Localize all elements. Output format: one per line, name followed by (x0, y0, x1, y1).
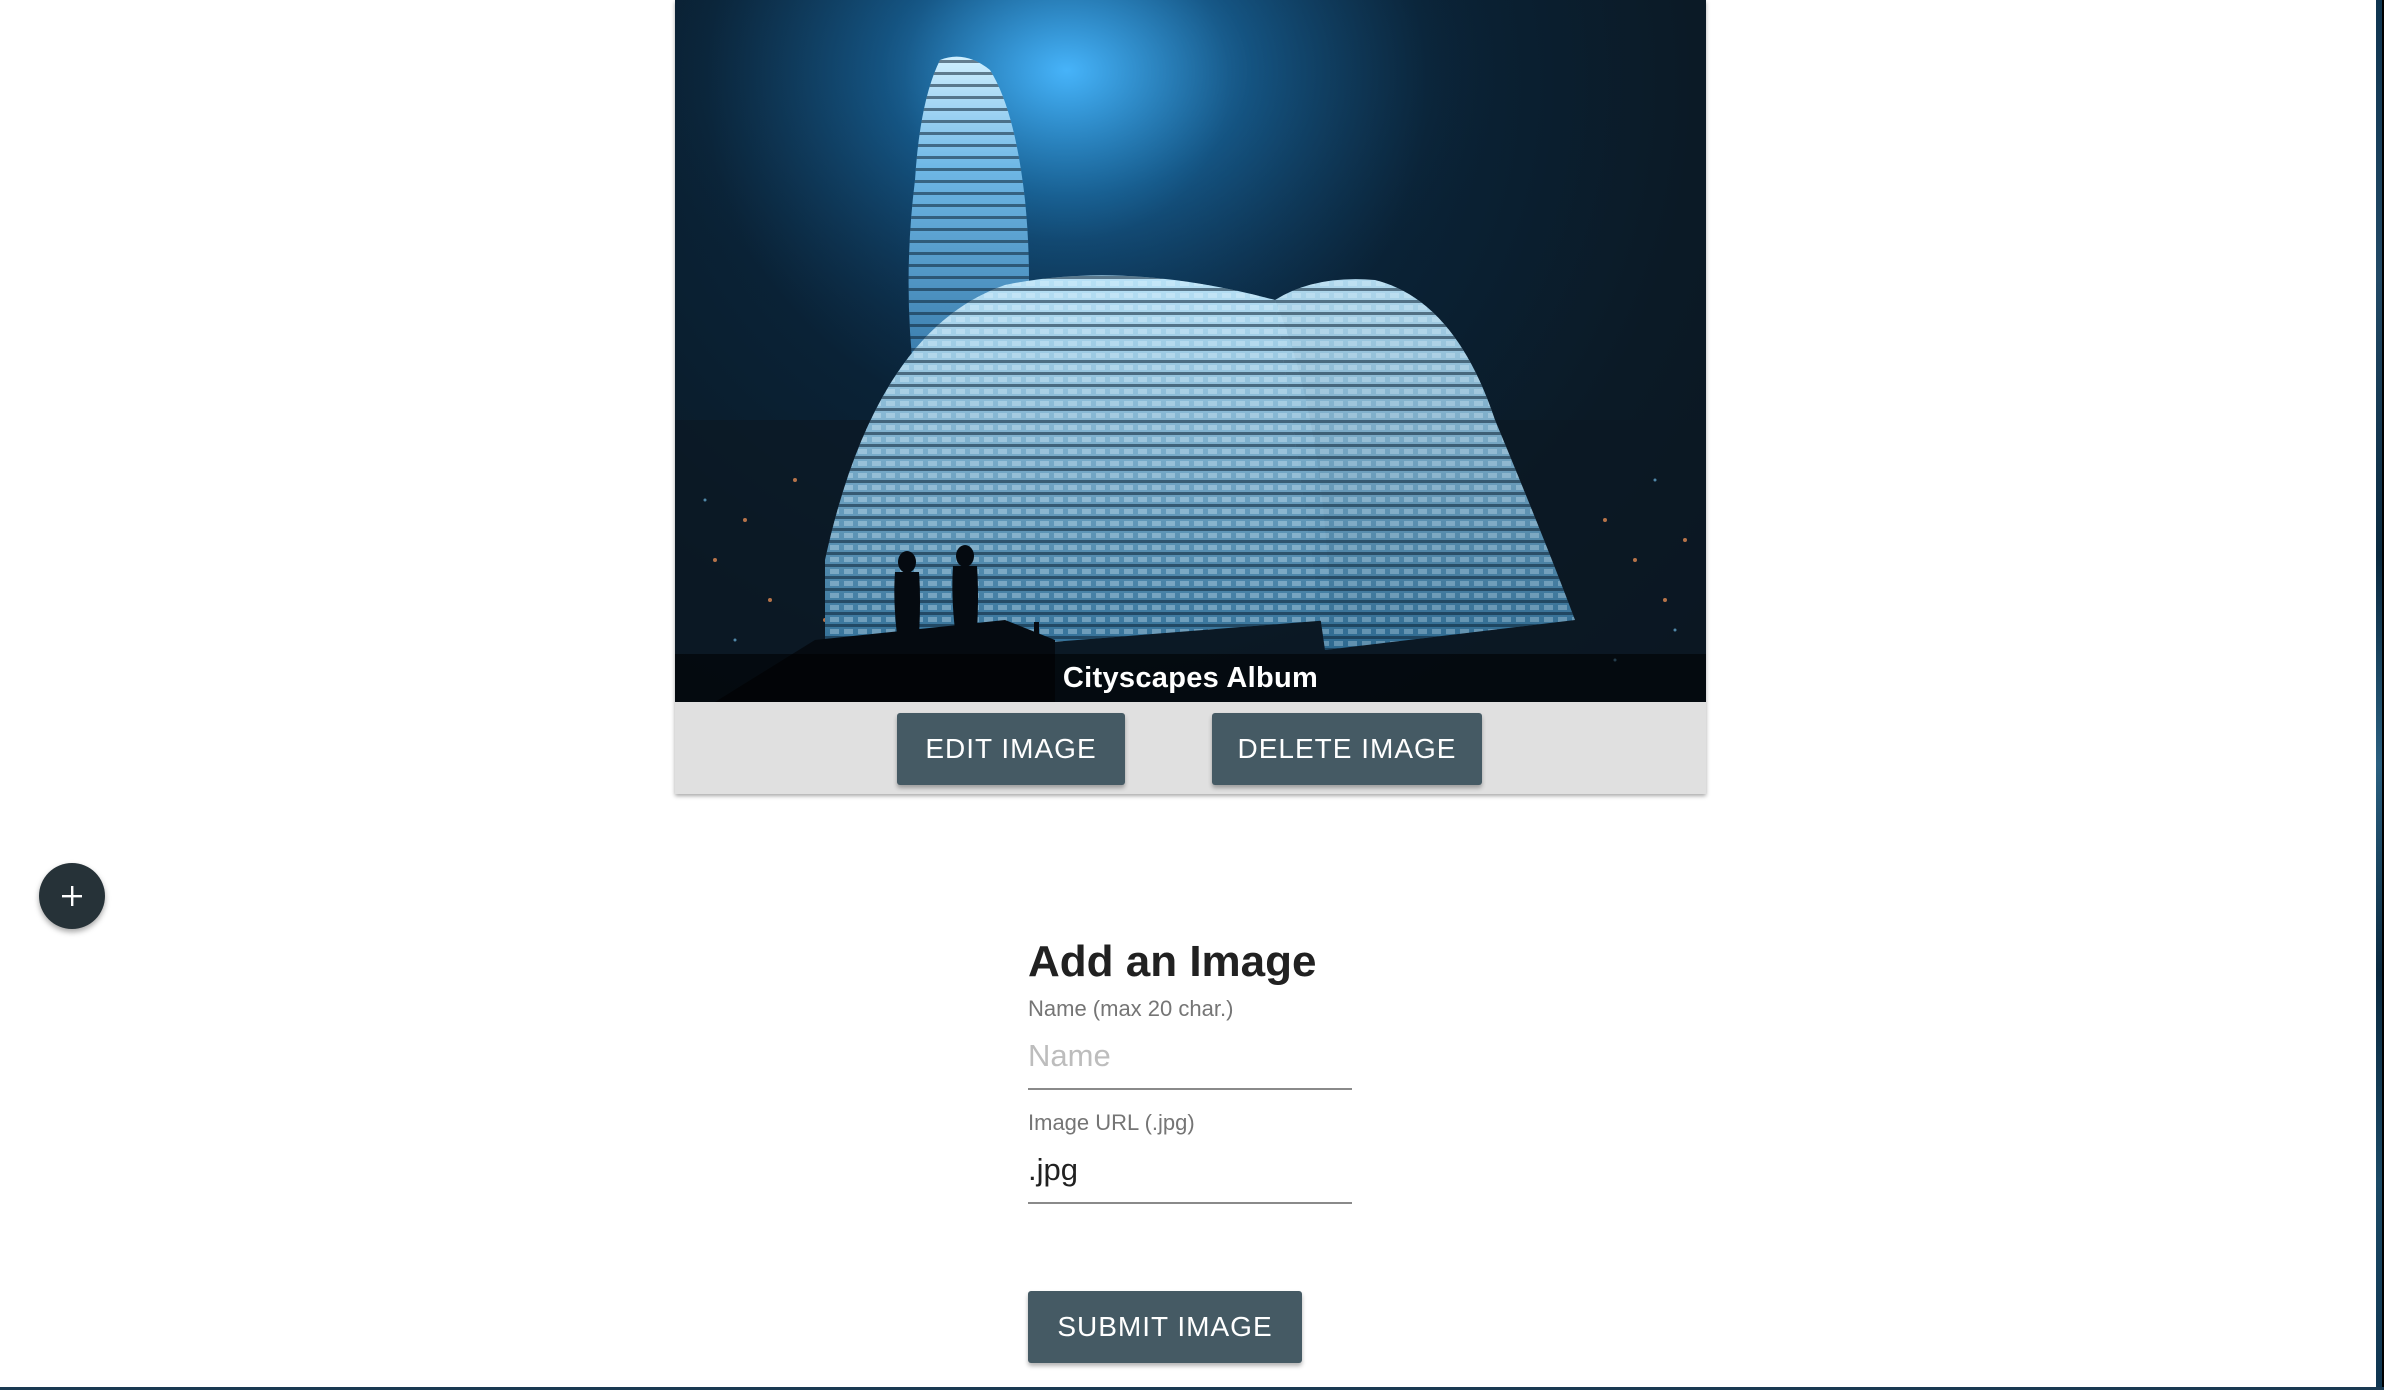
album-caption: Cityscapes Album (1062, 661, 1319, 694)
card-photo: Cityscapes Album (675, 0, 1706, 702)
add-image-form: Add an Image Name (max 20 char.) Image U… (1028, 930, 1358, 1363)
delete-image-button[interactable]: DELETE IMAGE (1212, 713, 1482, 785)
page: Cityscapes Album EDIT IMAGE DELETE IMAGE… (0, 0, 2384, 1390)
url-label: Image URL (.jpg) (1028, 1110, 1195, 1135)
caption-bar: Cityscapes Album (675, 654, 1706, 702)
add-button[interactable] (39, 863, 105, 929)
name-field: Name (max 20 char.) (1028, 994, 1352, 1090)
name-input[interactable] (1028, 1024, 1352, 1090)
plus-icon (62, 886, 82, 906)
name-label: Name (max 20 char.) (1028, 996, 1234, 1021)
edit-image-button[interactable]: EDIT IMAGE (897, 713, 1125, 785)
card-actions: EDIT IMAGE DELETE IMAGE (675, 702, 1706, 794)
image-card: Cityscapes Album EDIT IMAGE DELETE IMAGE (675, 0, 1706, 794)
image-url-input[interactable] (1028, 1138, 1352, 1204)
cityscape-photo (675, 0, 1706, 702)
submit-image-button[interactable]: SUBMIT IMAGE (1028, 1291, 1302, 1363)
url-field: Image URL (.jpg) (1028, 1108, 1352, 1204)
form-title: Add an Image (1028, 937, 1317, 986)
